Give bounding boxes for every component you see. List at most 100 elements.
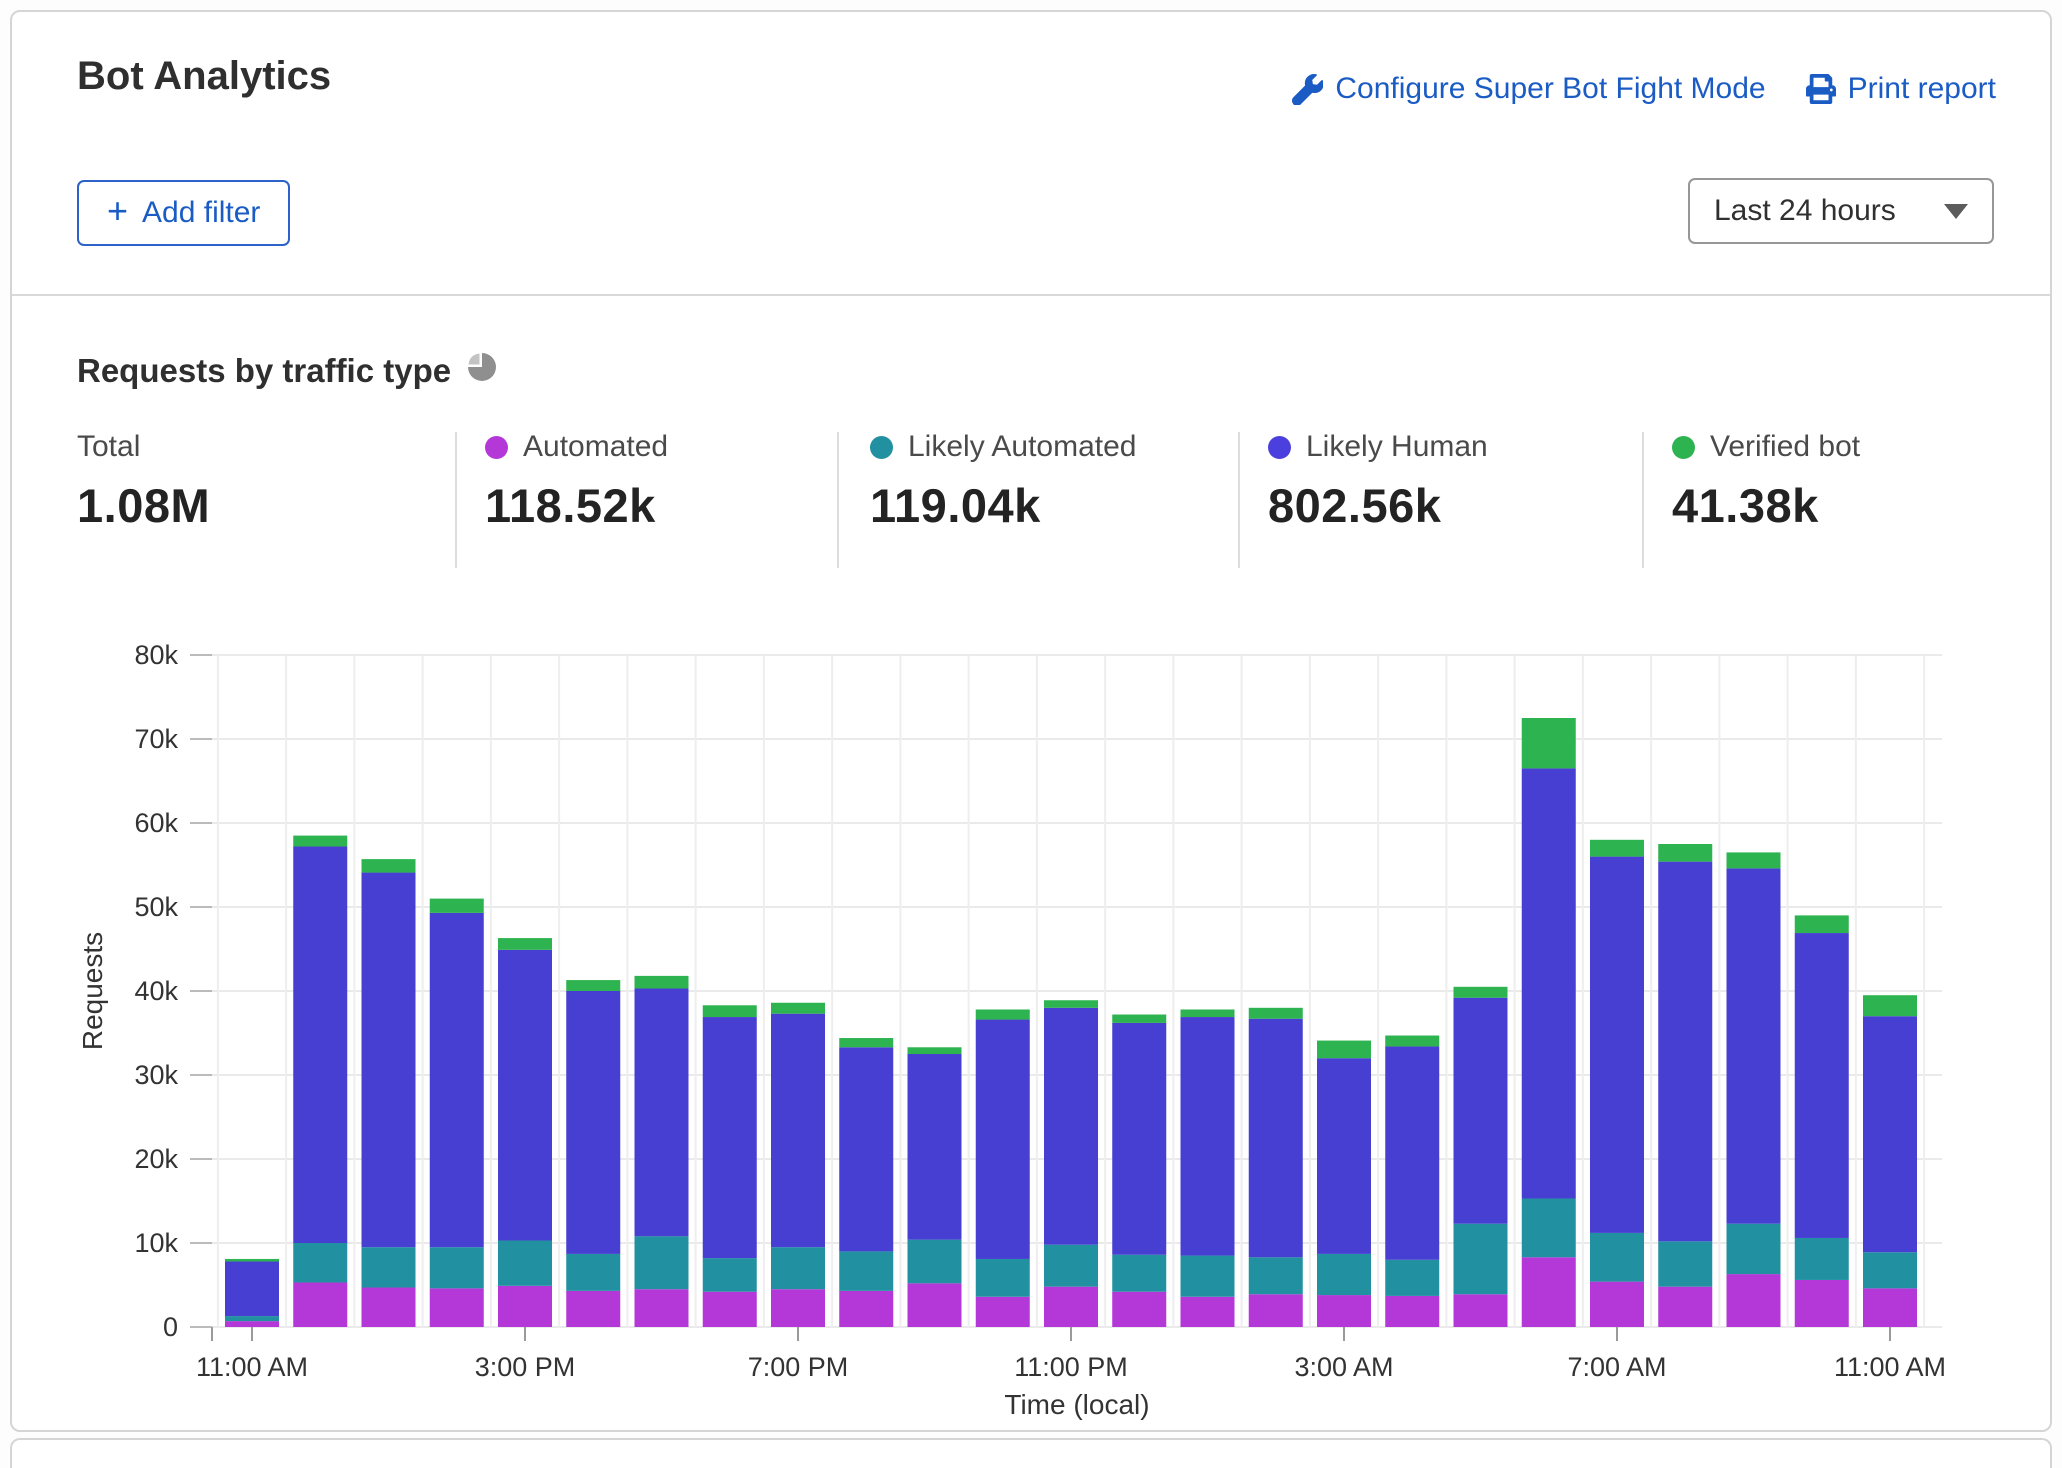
bar-segment[interactable] (1112, 1255, 1166, 1292)
bar-segment[interactable] (1317, 1295, 1371, 1327)
bar-segment[interactable] (976, 1259, 1030, 1297)
bar-segment[interactable] (225, 1321, 279, 1327)
bar-segment[interactable] (293, 836, 347, 847)
bar-segment[interactable] (1249, 1019, 1303, 1258)
bar-segment[interactable] (839, 1038, 893, 1047)
bar-segment[interactable] (1317, 1058, 1371, 1254)
bar-segment[interactable] (1385, 1260, 1439, 1296)
bar-segment[interactable] (1658, 1287, 1712, 1327)
bar-segment[interactable] (1590, 1233, 1644, 1282)
bar-segment[interactable] (1590, 857, 1644, 1233)
bar-segment[interactable] (1044, 1000, 1098, 1008)
bar-segment[interactable] (1181, 1009, 1235, 1017)
bar-segment[interactable] (1795, 933, 1849, 1238)
bar-segment[interactable] (1044, 1287, 1098, 1327)
bar-segment[interactable] (1522, 1257, 1576, 1327)
requests-by-traffic-type-chart[interactable]: 010k20k30k40k50k60k70k80k11:00 AM3:00 PM… (62, 602, 2012, 1447)
bar-segment[interactable] (1385, 1296, 1439, 1327)
bar-segment[interactable] (1590, 1282, 1644, 1327)
bar-segment[interactable] (635, 976, 689, 989)
bar-segment[interactable] (498, 1240, 552, 1285)
bar-segment[interactable] (293, 1243, 347, 1282)
bar-segment[interactable] (703, 1258, 757, 1292)
bar-segment[interactable] (1658, 862, 1712, 1242)
bar-segment[interactable] (1590, 840, 1644, 857)
configure-super-bot-fight-mode-link[interactable]: Configure Super Bot Fight Mode (1292, 72, 1765, 106)
bar-segment[interactable] (1522, 768, 1576, 1198)
bar-segment[interactable] (976, 1020, 1030, 1259)
time-range-dropdown[interactable]: Last 24 hours (1688, 178, 1994, 244)
bar-segment[interactable] (1863, 995, 1917, 1016)
bar-segment[interactable] (1181, 1297, 1235, 1327)
bar-segment[interactable] (635, 1289, 689, 1327)
bar-segment[interactable] (1658, 844, 1712, 862)
bar-segment[interactable] (1385, 1036, 1439, 1047)
bar-segment[interactable] (362, 1288, 416, 1327)
bar-segment[interactable] (1249, 1257, 1303, 1294)
bar-segment[interactable] (225, 1316, 279, 1321)
bar-segment[interactable] (566, 1291, 620, 1327)
bar-segment[interactable] (976, 1009, 1030, 1019)
bar-segment[interactable] (430, 1288, 484, 1327)
bar-segment[interactable] (635, 988, 689, 1236)
bar-segment[interactable] (771, 1289, 825, 1327)
print-report-link[interactable]: Print report (1806, 72, 1996, 106)
bar-segment[interactable] (703, 1005, 757, 1017)
bar-segment[interactable] (1658, 1241, 1712, 1286)
bar-segment[interactable] (430, 1247, 484, 1288)
bar-segment[interactable] (566, 991, 620, 1254)
bar-segment[interactable] (839, 1291, 893, 1327)
bar-segment[interactable] (362, 1247, 416, 1287)
add-filter-button[interactable]: + Add filter (77, 180, 290, 246)
bar-segment[interactable] (293, 847, 347, 1243)
bar-segment[interactable] (1112, 1015, 1166, 1023)
bar-segment[interactable] (908, 1283, 962, 1327)
bar-segment[interactable] (430, 899, 484, 913)
bar-segment[interactable] (1454, 1294, 1508, 1327)
bar-segment[interactable] (1112, 1023, 1166, 1255)
bar-segment[interactable] (566, 1254, 620, 1291)
bar-segment[interactable] (1795, 915, 1849, 933)
bar-segment[interactable] (1795, 1280, 1849, 1327)
bar-segment[interactable] (293, 1282, 347, 1327)
bar-segment[interactable] (1044, 1008, 1098, 1245)
bar-segment[interactable] (1317, 1254, 1371, 1295)
bar-segment[interactable] (1044, 1245, 1098, 1287)
bar-segment[interactable] (362, 873, 416, 1248)
bar-segment[interactable] (839, 1251, 893, 1290)
bar-segment[interactable] (1727, 852, 1781, 868)
bar-segment[interactable] (908, 1054, 962, 1240)
bar-segment[interactable] (771, 1003, 825, 1014)
bar-segment[interactable] (908, 1047, 962, 1054)
bar-segment[interactable] (1317, 1041, 1371, 1059)
bar-segment[interactable] (1454, 1224, 1508, 1295)
bar-segment[interactable] (1795, 1238, 1849, 1280)
bar-segment[interactable] (908, 1240, 962, 1284)
bar-segment[interactable] (1727, 1274, 1781, 1327)
bar-segment[interactable] (635, 1236, 689, 1289)
bar-segment[interactable] (1112, 1292, 1166, 1327)
bar-segment[interactable] (225, 1259, 279, 1262)
bar-segment[interactable] (1249, 1294, 1303, 1327)
bar-segment[interactable] (498, 938, 552, 950)
bar-segment[interactable] (1454, 998, 1508, 1224)
bar-segment[interactable] (1181, 1017, 1235, 1256)
bar-segment[interactable] (1727, 1224, 1781, 1274)
bar-segment[interactable] (1863, 1252, 1917, 1288)
bar-segment[interactable] (362, 859, 416, 872)
bar-segment[interactable] (1181, 1256, 1235, 1297)
bar-segment[interactable] (839, 1047, 893, 1251)
bar-segment[interactable] (703, 1292, 757, 1327)
bar-segment[interactable] (703, 1017, 757, 1258)
bar-segment[interactable] (1727, 868, 1781, 1223)
bar-segment[interactable] (430, 913, 484, 1247)
bar-segment[interactable] (498, 950, 552, 1241)
bar-segment[interactable] (1522, 1198, 1576, 1257)
bar-segment[interactable] (566, 980, 620, 991)
bar-segment[interactable] (225, 1261, 279, 1316)
bar-segment[interactable] (1249, 1008, 1303, 1019)
bar-segment[interactable] (1385, 1046, 1439, 1259)
bar-segment[interactable] (771, 1247, 825, 1289)
bar-segment[interactable] (498, 1286, 552, 1327)
bar-segment[interactable] (976, 1297, 1030, 1327)
